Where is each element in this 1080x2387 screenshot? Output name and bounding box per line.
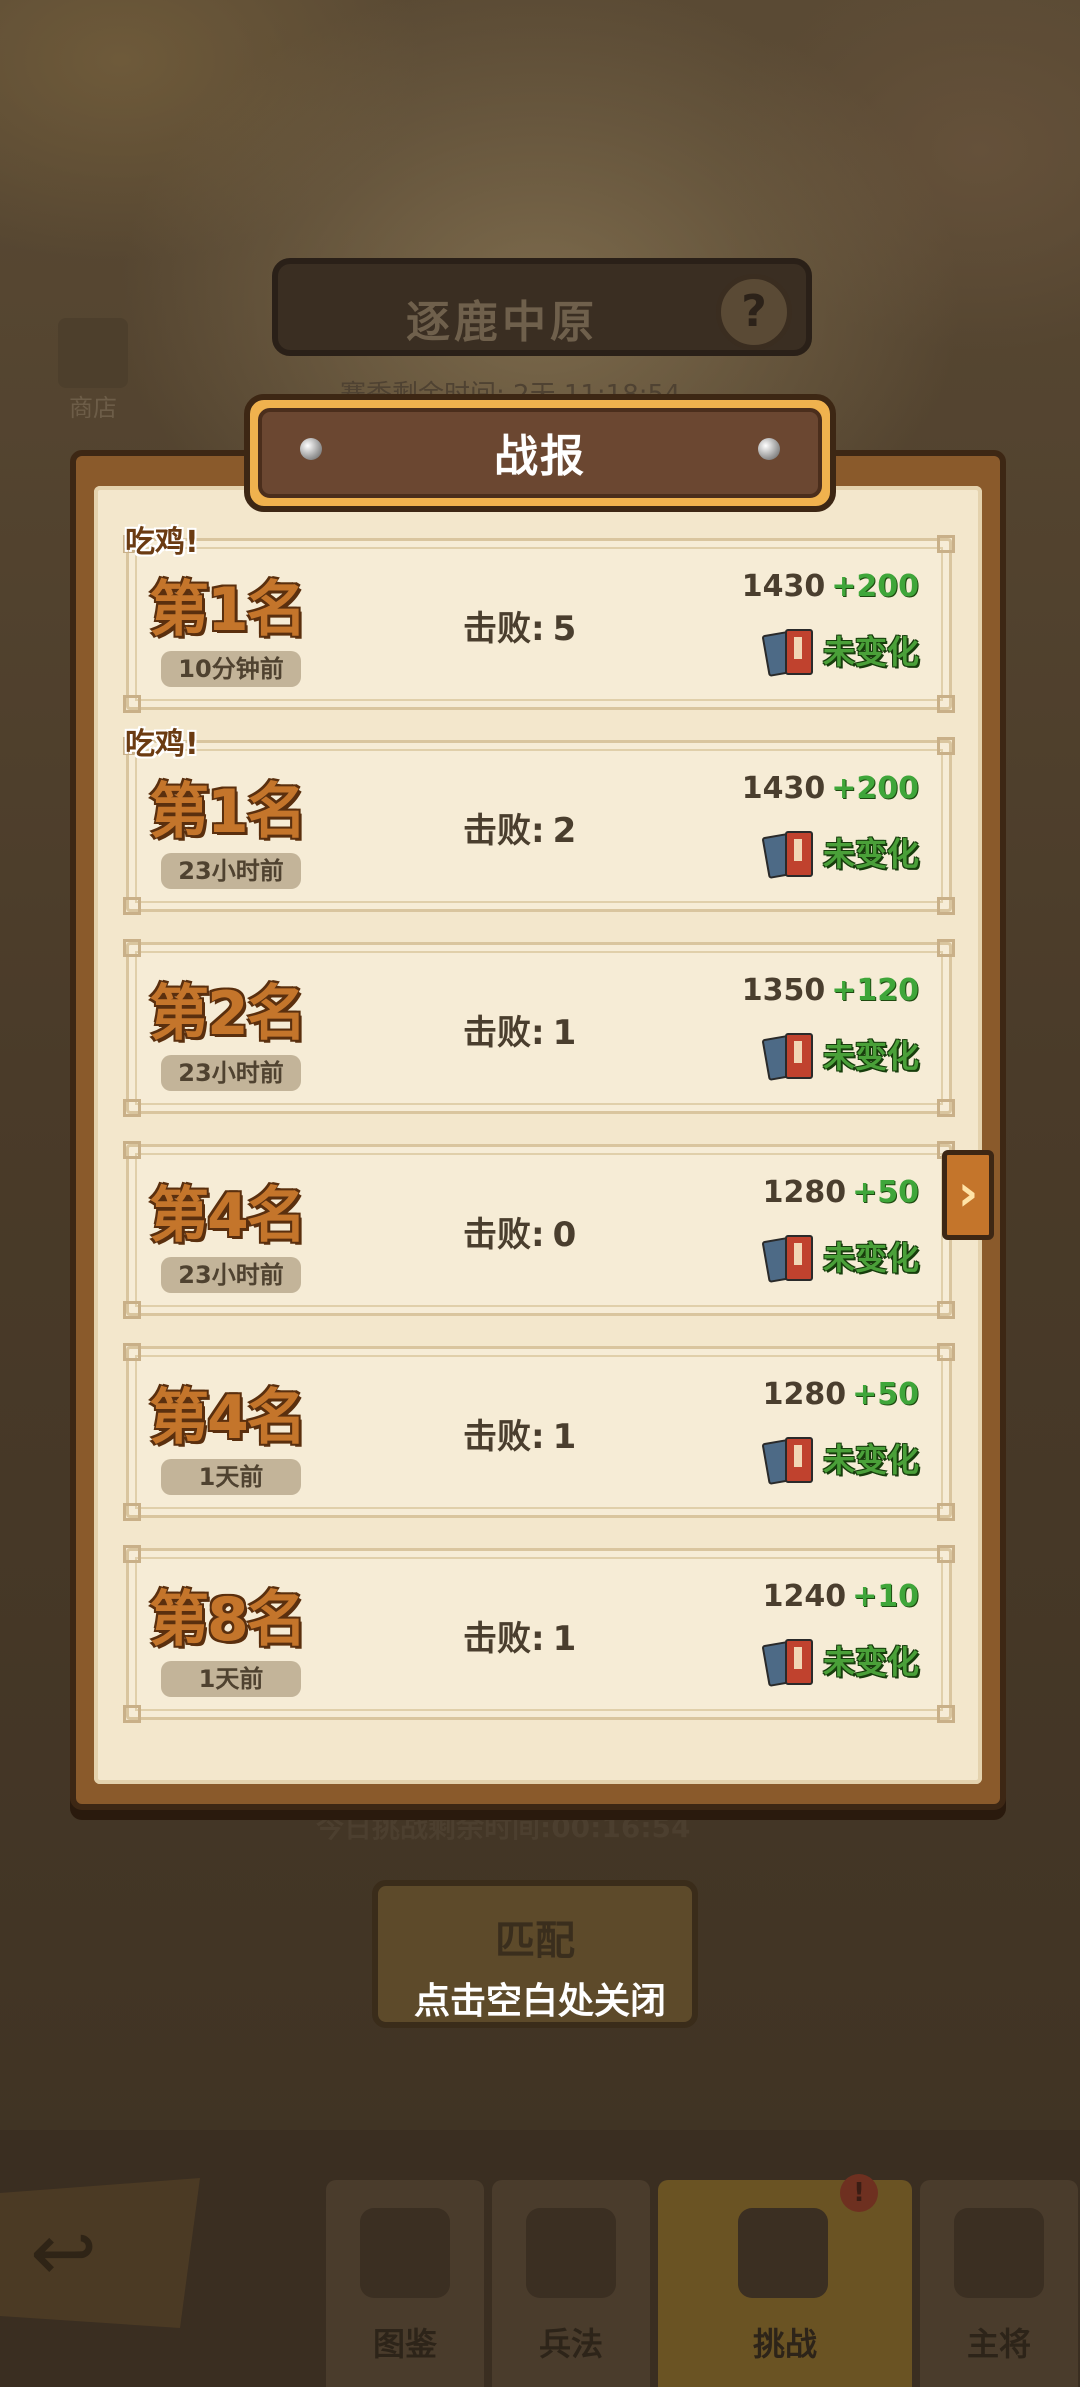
rank-label: 第2名 [149, 979, 307, 1049]
shop-button[interactable]: 商店 [48, 318, 138, 438]
report-list: 吃鸡! 第1名 10分钟前 击败: 5 1430 +200 未变化 吃鸡! 第1名 … [123, 525, 955, 1750]
time-ago-badge: 23小时前 [161, 853, 301, 889]
tab-general[interactable]: 主将 [920, 2180, 1078, 2387]
mode-title: 逐鹿中原 [406, 297, 598, 348]
rank-books-icon [761, 1637, 817, 1687]
kills-count: 击败: 5 [463, 609, 577, 649]
challenge-timer-text: 今日挑战剩余时间:00:16:54 [316, 1811, 691, 1844]
tab-label: 兵法 [538, 2325, 603, 2363]
rank-status: 未变化 [761, 1435, 919, 1485]
score: 1430 +200 [741, 569, 919, 604]
report-card[interactable]: 吃鸡! 第1名 23小时前 击败: 2 1430 +200 未变化 [123, 727, 955, 915]
score: 1350 +120 [741, 973, 919, 1008]
alert-badge: ! [840, 2174, 878, 2212]
help-icon[interactable]: ? [716, 274, 792, 350]
rank-status: 未变化 [761, 829, 919, 879]
kills-count: 击败: 1 [463, 1619, 577, 1659]
score: 1280 +50 [762, 1175, 919, 1210]
report-card[interactable]: 第2名 23小时前 击败: 1 1350 +120 未变化 [123, 939, 955, 1117]
time-ago-badge: 1天前 [161, 1459, 301, 1495]
match-button-label: 匹配 [495, 1918, 575, 1964]
mode-title-plate: 逐鹿中原 ? [272, 258, 812, 356]
tap-to-close-hint[interactable]: 点击空白处关闭 [372, 1972, 708, 2024]
rank-books-icon [761, 1031, 817, 1081]
score: 1280 +50 [762, 1377, 919, 1412]
house-icon [360, 2208, 450, 2298]
tab-challenge[interactable]: ! 挑战 [658, 2174, 912, 2387]
ship-icon [58, 318, 128, 388]
tab-label: 挑战 [752, 2325, 817, 2363]
report-card[interactable]: 第8名 1天前 击败: 1 1240 +10 未变化 [123, 1545, 955, 1723]
back-button[interactable]: ↩ [0, 2178, 200, 2328]
time-ago-badge: 10分钟前 [161, 651, 301, 687]
report-card[interactable]: 吃鸡! 第1名 10分钟前 击败: 5 1430 +200 未变化 [123, 525, 955, 713]
scroll-icon [526, 2208, 616, 2298]
tab-codex[interactable]: 图鉴 [326, 2180, 484, 2387]
tab-tactics[interactable]: 兵法 [492, 2180, 650, 2387]
rank-status: 未变化 [761, 1233, 919, 1283]
rank-status: 未变化 [761, 1031, 919, 1081]
kills-count: 击败: 0 [463, 1215, 577, 1255]
score: 1240 +10 [762, 1579, 919, 1614]
rank-label: 第1名 [149, 777, 307, 847]
crossed-swords-icon [738, 2208, 828, 2298]
rank-books-icon [761, 829, 817, 879]
rank-label: 第4名 [149, 1383, 307, 1453]
rank-label: 第4名 [149, 1181, 307, 1251]
tab-label: 图鉴 [372, 2325, 437, 2363]
modal-title-plate: 战报 [244, 394, 836, 512]
time-ago-badge: 23小时前 [161, 1257, 301, 1293]
rank-label: 第1名 [149, 575, 307, 645]
tab-label: 主将 [966, 2325, 1031, 2363]
time-ago-badge: 23小时前 [161, 1055, 301, 1091]
score: 1430 +200 [741, 771, 919, 806]
rank-books-icon [761, 1435, 817, 1485]
rank-status: 未变化 [761, 627, 919, 677]
winner-tag: 吃鸡! [125, 525, 199, 560]
report-card[interactable]: 第4名 1天前 击败: 1 1280 +50 未变化 [123, 1343, 955, 1521]
rank-books-icon [761, 627, 817, 677]
time-ago-badge: 1天前 [161, 1661, 301, 1697]
winner-tag: 吃鸡! [125, 727, 199, 762]
general-icon [954, 2208, 1044, 2298]
rank-status: 未变化 [761, 1637, 919, 1687]
chevron-right-icon[interactable]: › [942, 1150, 994, 1240]
shop-label: 商店 [69, 394, 117, 422]
kills-count: 击败: 1 [463, 1417, 577, 1457]
rank-books-icon [761, 1233, 817, 1283]
back-arrow-icon: ↩ [30, 2206, 98, 2299]
kills-count: 击败: 1 [463, 1013, 577, 1053]
rank-label: 第8名 [149, 1585, 307, 1655]
kills-count: 击败: 2 [463, 811, 577, 851]
report-card[interactable]: 第4名 23小时前 击败: 0 1280 +50 未变化 [123, 1141, 955, 1319]
modal-title: 战报 [494, 431, 586, 482]
